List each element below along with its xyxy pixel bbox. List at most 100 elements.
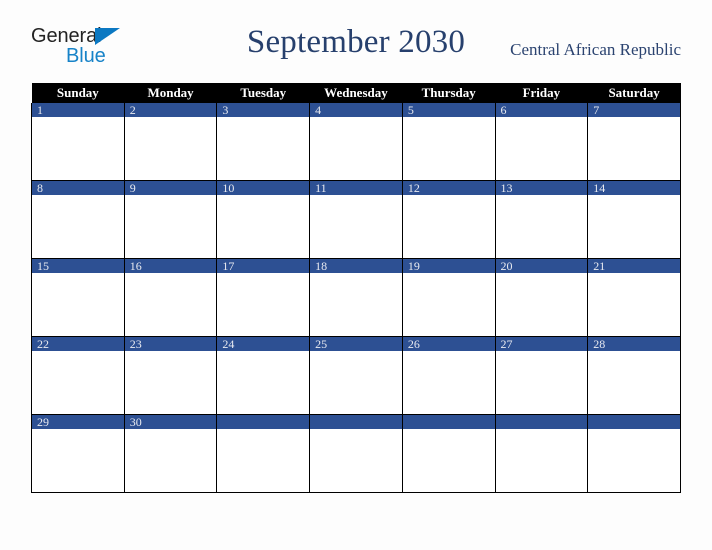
calendar-day-cell[interactable]: 24 [216, 336, 311, 415]
calendar-day-cell[interactable] [216, 414, 311, 493]
day-note-area[interactable] [32, 195, 124, 258]
calendar-day-cell[interactable]: 10 [216, 180, 311, 259]
day-note-area[interactable] [588, 273, 680, 336]
weekday-header-saturday: Saturday [587, 83, 681, 103]
day-note-area[interactable] [310, 273, 402, 336]
day-note-area[interactable] [495, 273, 588, 336]
calendar-day-cell[interactable] [401, 414, 496, 493]
day-note-area[interactable] [402, 351, 495, 414]
calendar-day-cell[interactable]: 19 [401, 258, 496, 337]
day-number: 9 [124, 181, 217, 195]
calendar-day-cell[interactable]: 3 [216, 103, 311, 181]
calendar-day-cell[interactable]: 25 [309, 336, 403, 415]
day-note-area[interactable] [32, 429, 124, 492]
calendar-day-cell[interactable]: 5 [401, 103, 496, 181]
calendar-body: 1 2 3 4 5 6 7 8 9 10 11 12 13 14 15 16 17 18 19 20 21 22 23 24 2… [31, 103, 681, 493]
day-note-area[interactable] [310, 117, 402, 180]
day-note-area[interactable] [402, 429, 495, 492]
day-note-area[interactable] [588, 117, 680, 180]
day-note-area[interactable] [32, 273, 124, 336]
day-note-area[interactable] [124, 351, 217, 414]
day-number: 15 [32, 259, 124, 273]
day-note-area[interactable] [588, 351, 680, 414]
day-note-area[interactable] [310, 429, 402, 492]
day-number: 18 [310, 259, 402, 273]
calendar-day-cell[interactable]: 30 [123, 414, 218, 493]
calendar-day-cell[interactable]: 7 [587, 103, 681, 181]
day-cell-inner: 12 [402, 181, 495, 258]
calendar-day-cell[interactable]: 11 [309, 180, 403, 259]
day-note-area[interactable] [588, 429, 680, 492]
day-number: 19 [402, 259, 495, 273]
day-cell-inner: 7 [588, 103, 680, 180]
calendar-day-cell[interactable] [494, 414, 589, 493]
calendar-week-row: 29 30 [31, 414, 681, 493]
calendar-day-cell[interactable]: 1 [31, 103, 125, 181]
day-note-area[interactable] [402, 195, 495, 258]
calendar-day-cell[interactable]: 9 [123, 180, 218, 259]
day-note-area[interactable] [310, 351, 402, 414]
calendar-day-cell[interactable]: 16 [123, 258, 218, 337]
day-cell-inner [310, 415, 402, 492]
day-note-area[interactable] [495, 195, 588, 258]
day-note-area[interactable] [32, 117, 124, 180]
day-note-area[interactable] [217, 429, 310, 492]
day-note-area[interactable] [310, 195, 402, 258]
weekday-header-thursday: Thursday [402, 83, 496, 103]
day-note-area[interactable] [124, 195, 217, 258]
calendar-day-cell[interactable] [309, 414, 403, 493]
calendar-day-cell[interactable]: 21 [587, 258, 681, 337]
day-cell-inner: 11 [310, 181, 402, 258]
day-number: 28 [588, 337, 680, 351]
day-cell-inner: 2 [124, 103, 217, 180]
calendar-day-cell[interactable]: 4 [309, 103, 403, 181]
day-number: 22 [32, 337, 124, 351]
calendar-week-row: 8 9 10 11 12 13 14 [31, 180, 681, 259]
weekday-header-friday: Friday [495, 83, 588, 103]
day-number: 8 [32, 181, 124, 195]
country-label: Central African Republic [510, 40, 681, 59]
day-note-area[interactable] [217, 195, 310, 258]
calendar-week-row: 22 23 24 25 26 27 28 [31, 336, 681, 415]
calendar-day-cell[interactable]: 6 [494, 103, 589, 181]
calendar-day-cell[interactable]: 8 [31, 180, 125, 259]
calendar-day-cell[interactable]: 20 [494, 258, 589, 337]
day-note-area[interactable] [217, 351, 310, 414]
day-note-area[interactable] [124, 429, 217, 492]
day-number [402, 415, 495, 429]
day-cell-inner: 8 [32, 181, 124, 258]
day-note-area[interactable] [402, 117, 495, 180]
calendar-day-cell[interactable]: 18 [309, 258, 403, 337]
day-note-area[interactable] [495, 117, 588, 180]
calendar-day-cell[interactable]: 29 [31, 414, 125, 493]
day-note-area[interactable] [217, 273, 310, 336]
calendar-day-cell[interactable]: 14 [587, 180, 681, 259]
day-cell-inner: 29 [32, 415, 124, 492]
calendar-day-cell[interactable]: 26 [401, 336, 496, 415]
calendar-day-cell[interactable]: 17 [216, 258, 311, 337]
day-note-area[interactable] [402, 273, 495, 336]
day-note-area[interactable] [217, 117, 310, 180]
calendar-day-cell[interactable]: 27 [494, 336, 589, 415]
calendar-day-cell[interactable]: 12 [401, 180, 496, 259]
day-note-area[interactable] [588, 195, 680, 258]
calendar-day-cell[interactable]: 15 [31, 258, 125, 337]
day-note-area[interactable] [124, 273, 217, 336]
calendar-day-cell[interactable]: 13 [494, 180, 589, 259]
day-note-area[interactable] [495, 429, 588, 492]
day-note-area[interactable] [124, 117, 217, 180]
day-cell-inner: 24 [217, 337, 310, 414]
day-cell-inner: 4 [310, 103, 402, 180]
calendar-day-cell[interactable] [587, 414, 681, 493]
calendar-day-cell[interactable]: 2 [123, 103, 218, 181]
calendar-day-cell[interactable]: 22 [31, 336, 125, 415]
day-cell-inner: 15 [32, 259, 124, 336]
calendar-day-cell[interactable]: 28 [587, 336, 681, 415]
calendar-day-cell[interactable]: 23 [123, 336, 218, 415]
weekday-header-sunday: Sunday [31, 83, 125, 103]
day-note-area[interactable] [32, 351, 124, 414]
day-cell-inner: 9 [124, 181, 217, 258]
day-number: 17 [217, 259, 310, 273]
day-note-area[interactable] [495, 351, 588, 414]
day-cell-inner: 22 [32, 337, 124, 414]
